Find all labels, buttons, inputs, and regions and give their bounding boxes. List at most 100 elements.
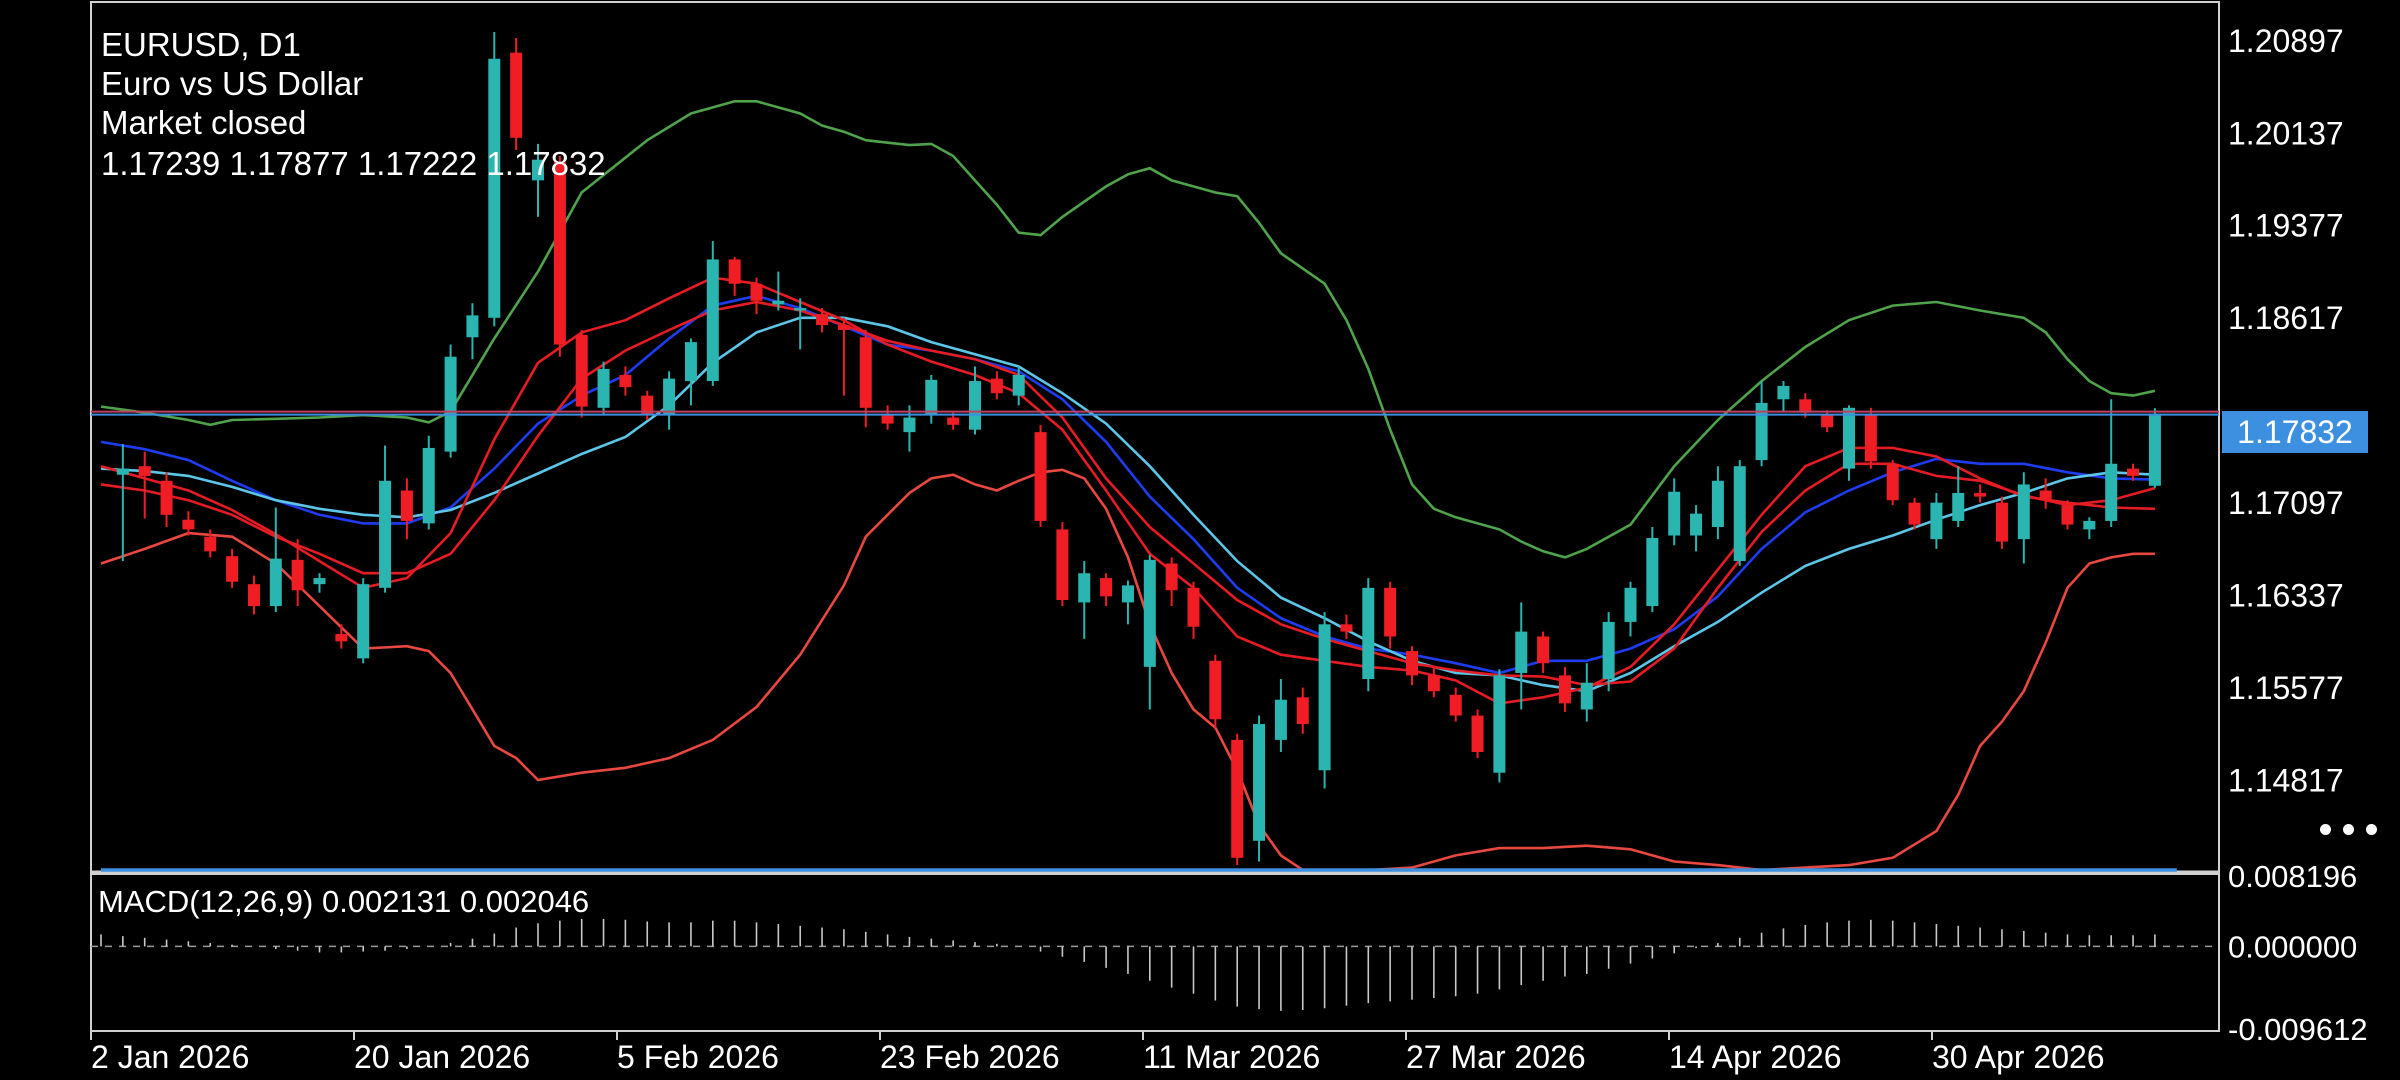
bear-candle bbox=[750, 283, 763, 301]
bear-candle bbox=[1558, 675, 1571, 704]
bear-candle bbox=[1995, 502, 2008, 542]
bear-candle bbox=[1886, 463, 1899, 501]
time-tick-label: 14 Apr 2026 bbox=[1669, 1039, 1842, 1075]
bull-candle bbox=[1733, 466, 1746, 562]
price-tick-label: 1.20897 bbox=[2228, 23, 2344, 59]
main-chart-frame bbox=[90, 1, 2220, 873]
bull-candle bbox=[1121, 585, 1134, 603]
bull-candle bbox=[2105, 463, 2118, 521]
bull-candle bbox=[597, 368, 610, 408]
bear-candle bbox=[1340, 624, 1353, 632]
bull-candle bbox=[116, 468, 129, 475]
bull-candle bbox=[1362, 587, 1375, 680]
bear-candle bbox=[2039, 490, 2052, 501]
bull-candle bbox=[1493, 675, 1506, 773]
bear-candle bbox=[182, 519, 195, 530]
time-tick-label: 30 Apr 2026 bbox=[1932, 1039, 2105, 1075]
bear-candle bbox=[947, 417, 960, 425]
bear-candle bbox=[1449, 694, 1462, 716]
bull-candle bbox=[2148, 413, 2161, 486]
more-dots-icon[interactable] bbox=[2318, 812, 2382, 846]
bull-candle bbox=[684, 342, 697, 382]
bear-candle bbox=[837, 325, 850, 330]
bull-candle bbox=[2083, 520, 2096, 530]
bull-candle bbox=[1952, 492, 1965, 521]
bull-candle bbox=[1253, 724, 1266, 841]
bull-candle bbox=[1580, 682, 1593, 710]
bull-candle bbox=[269, 558, 282, 607]
bull-candle bbox=[379, 480, 392, 588]
symbol-description: Euro vs US Dollar bbox=[101, 65, 364, 102]
bear-candle bbox=[1427, 675, 1440, 692]
bull-candle bbox=[1515, 631, 1528, 673]
bull-candle bbox=[925, 379, 938, 416]
bear-candle bbox=[1406, 651, 1418, 676]
macd-tick-label: 0.008196 bbox=[2228, 859, 2357, 894]
bear-candle bbox=[1231, 739, 1244, 858]
bear-candle bbox=[291, 559, 304, 591]
bull-candle bbox=[357, 584, 370, 659]
bull-candle bbox=[313, 578, 326, 585]
bear-candle bbox=[1384, 587, 1397, 637]
lower-band-line bbox=[100, 468, 2155, 872]
bull-candle bbox=[969, 381, 981, 430]
bear-candle bbox=[1034, 432, 1047, 521]
macd-tick-label: 0.000000 bbox=[2228, 929, 2357, 964]
price-tick-label: 1.20137 bbox=[2228, 115, 2344, 151]
price-tick-label: 1.17097 bbox=[2228, 485, 2344, 521]
market-status: Market closed bbox=[101, 104, 307, 141]
bull-candle bbox=[1646, 537, 1659, 607]
price-tick-label: 1.16337 bbox=[2228, 577, 2344, 613]
bull-candle bbox=[1930, 502, 1943, 540]
bull-candle bbox=[2017, 484, 2030, 540]
price-tick-label: 1.14817 bbox=[2228, 762, 2344, 798]
price-tick-label: 1.18617 bbox=[2228, 300, 2344, 336]
bull-candle bbox=[1668, 491, 1681, 536]
bull-candle bbox=[1602, 621, 1615, 680]
bear-candle bbox=[335, 634, 348, 642]
bear-candle bbox=[1537, 636, 1550, 664]
macd-axis: 0.008196 0.000000 -0.009612 bbox=[2228, 859, 2368, 1047]
bear-candle bbox=[138, 466, 151, 476]
bear-candle bbox=[1100, 578, 1113, 597]
macd-label: MACD(12,26,9) 0.002131 0.002046 bbox=[98, 884, 590, 919]
bull-candle bbox=[663, 378, 676, 416]
time-tick-label: 5 Feb 2026 bbox=[617, 1039, 779, 1075]
bull-candle bbox=[1690, 513, 1703, 536]
bear-candle bbox=[204, 536, 217, 552]
bear-candle bbox=[990, 378, 1003, 394]
bear-candle bbox=[2127, 468, 2140, 476]
bull-candle bbox=[1012, 374, 1025, 396]
bear-candle bbox=[1296, 697, 1309, 725]
bull-candle bbox=[488, 58, 501, 318]
bear-candle bbox=[728, 259, 741, 284]
bear-candle bbox=[510, 52, 523, 138]
bear-candle bbox=[160, 480, 173, 515]
bull-candle bbox=[1318, 624, 1331, 771]
bull-candle bbox=[1274, 699, 1287, 740]
bear-candle bbox=[1908, 502, 1921, 525]
bear-candle bbox=[400, 490, 413, 521]
time-axis: 2 Jan 2026 20 Jan 2026 5 Feb 2026 23 Feb 20… bbox=[90, 1031, 2105, 1075]
bear-candle bbox=[619, 374, 632, 388]
bull-candle bbox=[903, 417, 916, 433]
bull-candle bbox=[1078, 573, 1091, 603]
time-tick-label: 20 Jan 2026 bbox=[354, 1039, 530, 1075]
bear-candle bbox=[859, 337, 872, 408]
bull-candle bbox=[706, 259, 719, 382]
time-tick-label: 23 Feb 2026 bbox=[880, 1039, 1060, 1075]
bear-candle bbox=[1864, 413, 1877, 462]
bull-candle bbox=[794, 308, 807, 311]
current-price-line bbox=[91, 410, 2219, 416]
bear-candle bbox=[2061, 505, 2074, 525]
bull-candle bbox=[1711, 480, 1724, 528]
bull-candle bbox=[422, 447, 435, 524]
symbol-timeframe: EURUSD, D1 bbox=[101, 26, 301, 63]
bull-candle bbox=[1777, 385, 1790, 400]
bull-candle bbox=[444, 356, 457, 452]
bull-candle bbox=[772, 300, 785, 305]
time-tick-label: 27 Mar 2026 bbox=[1406, 1039, 1586, 1075]
price-tick-label: 1.15577 bbox=[2228, 670, 2344, 706]
bear-candle bbox=[226, 556, 239, 582]
bollinger-bands bbox=[100, 100, 2156, 872]
